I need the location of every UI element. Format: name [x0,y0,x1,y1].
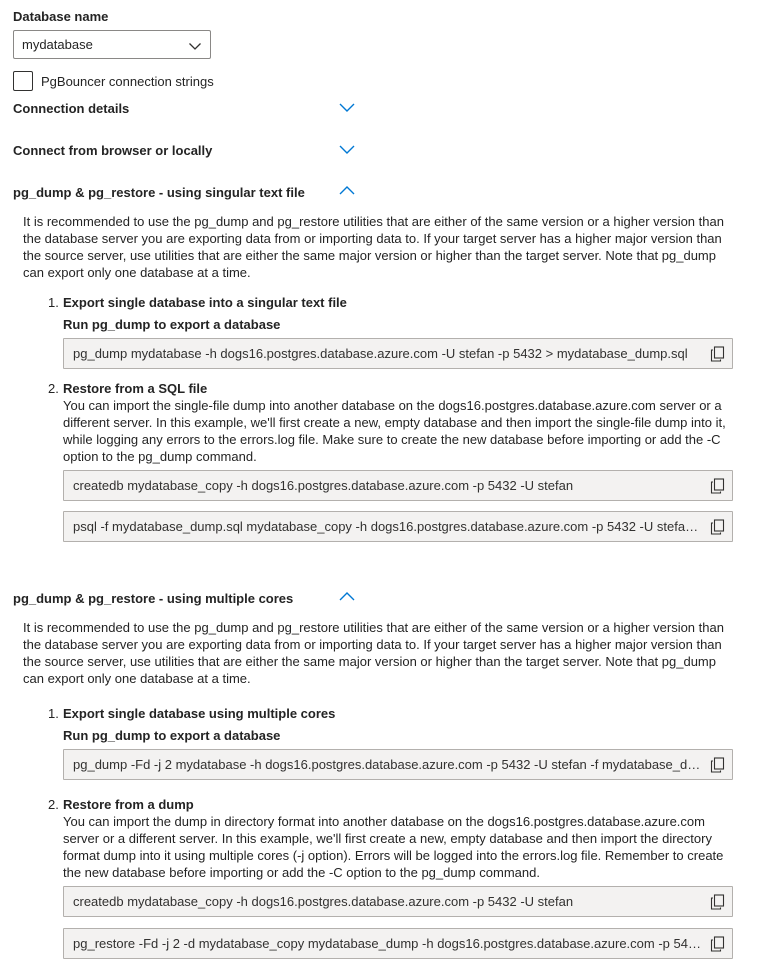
section-connect-browser[interactable]: Connect from browser or locally [13,142,212,159]
copy-icon[interactable] [710,894,725,910]
step-title: Restore from a dump [63,797,194,812]
step-title: Restore from a SQL file [63,381,208,396]
step-description: You can import the single-file dump into… [63,398,726,464]
section-singular-text-file[interactable]: pg_dump & pg_restore - using singular te… [13,184,305,201]
command-box: createdb mydatabase_copy -h dogs16.postg… [63,470,733,501]
step-number: 1. [48,706,59,721]
step-number: 2. [48,797,59,812]
step-title: Export single database into a singular t… [63,295,347,310]
database-name-label: Database name [13,9,109,24]
command-box: createdb mydatabase_copy -h dogs16.postg… [63,886,733,917]
chevron-down-icon[interactable] [338,101,356,113]
step-description: You can import the dump in directory for… [63,814,724,880]
copy-icon[interactable] [710,936,725,952]
database-name-dropdown[interactable]: mydatabase [13,30,211,59]
copy-icon[interactable] [710,346,725,362]
connect-page: Database name mydatabase PgBouncer conne… [0,0,758,974]
step-number: 2. [48,381,59,396]
command-box: psql -f mydatabase_dump.sql mydatabase_c… [63,511,733,542]
section-connection-details[interactable]: Connection details [13,100,129,117]
command-box: pg_restore -Fd -j 2 -d mydatabase_copy m… [63,928,733,959]
step-number: 1. [48,295,59,310]
chevron-up-icon[interactable] [338,184,356,196]
singular-intro-text: It is recommended to use the pg_dump and… [23,214,724,280]
step-subtitle: Run pg_dump to export a database [63,728,281,743]
multiple-intro-text: It is recommended to use the pg_dump and… [23,620,724,686]
command-text[interactable]: psql -f mydatabase_dump.sql mydatabase_c… [64,518,701,535]
command-text[interactable]: pg_dump mydatabase -h dogs16.postgres.da… [64,345,701,362]
command-box: pg_dump mydatabase -h dogs16.postgres.da… [63,338,733,369]
step-subtitle: Run pg_dump to export a database [63,317,281,332]
chevron-down-icon [188,39,202,51]
command-text[interactable]: createdb mydatabase_copy -h dogs16.postg… [64,893,701,910]
copy-icon[interactable] [710,478,725,494]
pgbouncer-checkbox[interactable] [13,71,33,91]
chevron-up-icon[interactable] [338,590,356,602]
database-name-value: mydatabase [22,37,93,52]
command-text[interactable]: pg_dump -Fd -j 2 mydatabase -h dogs16.po… [64,756,701,773]
pgbouncer-label: PgBouncer connection strings [41,74,214,89]
command-text[interactable]: createdb mydatabase_copy -h dogs16.postg… [64,477,701,494]
command-text[interactable]: pg_restore -Fd -j 2 -d mydatabase_copy m… [64,935,701,952]
copy-icon[interactable] [710,519,725,535]
section-multiple-cores[interactable]: pg_dump & pg_restore - using multiple co… [13,590,293,607]
step-title: Export single database using multiple co… [63,706,336,721]
command-box: pg_dump -Fd -j 2 mydatabase -h dogs16.po… [63,749,733,780]
copy-icon[interactable] [710,757,725,773]
chevron-down-icon[interactable] [338,143,356,155]
